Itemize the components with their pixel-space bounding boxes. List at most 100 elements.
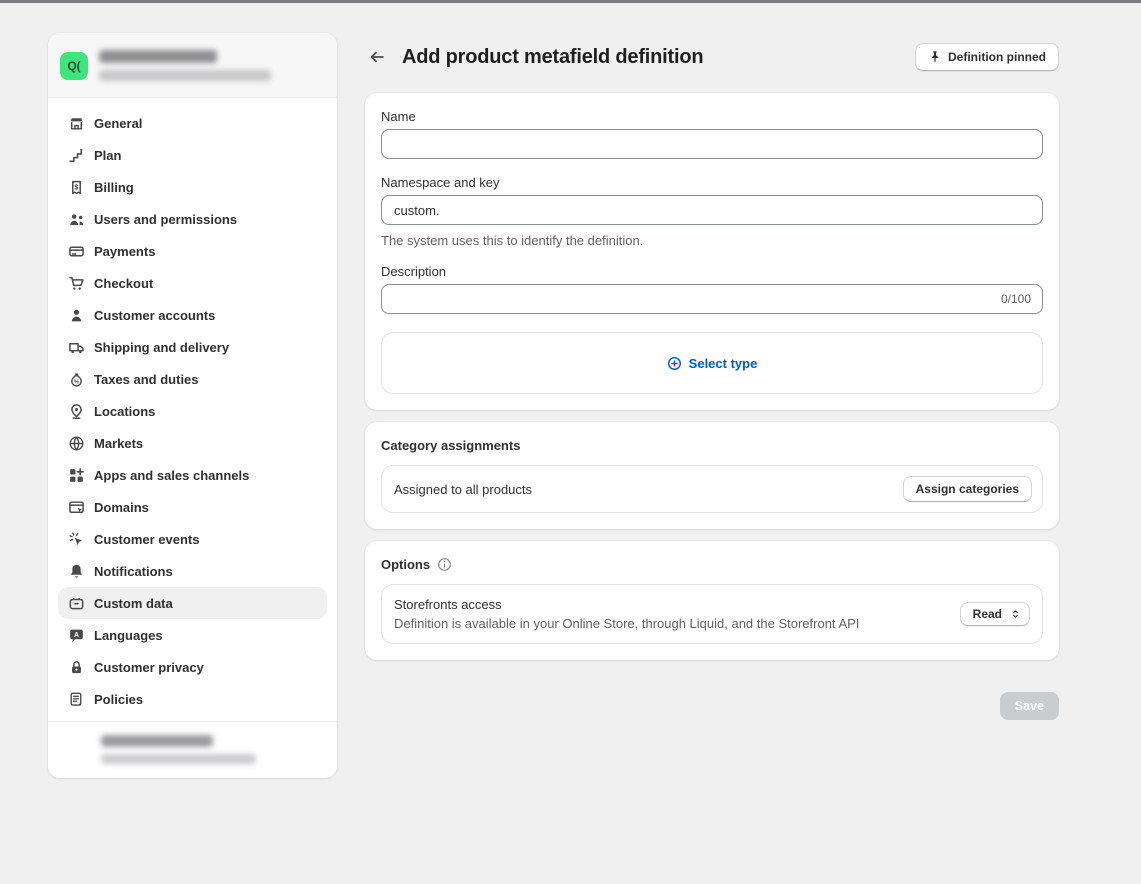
payments-icon bbox=[68, 243, 85, 260]
lock-icon bbox=[68, 659, 85, 676]
sidebar-item-payments[interactable]: Payments bbox=[58, 235, 327, 267]
domains-icon bbox=[68, 499, 85, 516]
svg-text:$: $ bbox=[74, 182, 79, 191]
location-icon bbox=[68, 403, 85, 420]
users-icon bbox=[68, 211, 85, 228]
assign-categories-button[interactable]: Assign categories bbox=[903, 476, 1032, 502]
options-heading: Options bbox=[381, 557, 430, 572]
truck-icon bbox=[68, 339, 85, 356]
sidebar-item-label: Payments bbox=[94, 244, 155, 259]
namespace-key-input[interactable] bbox=[381, 195, 1043, 225]
settings-sidebar: Q( General Plan $ Billing Users and perm… bbox=[48, 33, 337, 778]
storefronts-access-description: Definition is available in your Online S… bbox=[394, 616, 859, 631]
sidebar-item-label: General bbox=[94, 116, 142, 131]
svg-text:A: A bbox=[74, 632, 79, 639]
sidebar-item-label: Notifications bbox=[94, 564, 173, 579]
save-row: Save bbox=[365, 692, 1059, 720]
category-assignments-heading: Category assignments bbox=[381, 438, 1043, 453]
sidebar-item-label: Markets bbox=[94, 436, 143, 451]
sidebar-item-notifications[interactable]: Notifications bbox=[58, 555, 327, 587]
sidebar-item-shipping-delivery[interactable]: Shipping and delivery bbox=[58, 331, 327, 363]
sidebar-item-checkout[interactable]: Checkout bbox=[58, 267, 327, 299]
sidebar-item-customer-accounts[interactable]: Customer accounts bbox=[58, 299, 327, 331]
policies-icon bbox=[68, 691, 85, 708]
store-switcher[interactable]: Q( bbox=[48, 33, 337, 98]
sidebar-item-label: Domains bbox=[94, 500, 149, 515]
svg-text:%: % bbox=[74, 379, 80, 385]
user-account[interactable] bbox=[48, 721, 337, 778]
main-content: Add product metafield definition Definit… bbox=[365, 43, 1059, 720]
sidebar-item-domains[interactable]: Domains bbox=[58, 491, 327, 523]
sidebar-item-custom-data[interactable]: Custom data bbox=[58, 587, 327, 619]
category-assignment-row: Assigned to all products Assign categori… bbox=[381, 465, 1043, 513]
sidebar-item-label: Languages bbox=[94, 628, 163, 643]
options-card: Options Storefronts access Definition is… bbox=[365, 541, 1059, 660]
namespace-help-text: The system uses this to identify the def… bbox=[381, 233, 1043, 248]
custom-data-icon bbox=[68, 595, 85, 612]
definition-pinned-label: Definition pinned bbox=[948, 50, 1046, 64]
page-header: Add product metafield definition Definit… bbox=[365, 43, 1059, 71]
pin-icon bbox=[928, 50, 942, 64]
sidebar-item-label: Customer privacy bbox=[94, 660, 204, 675]
sidebar-item-label: Custom data bbox=[94, 596, 173, 611]
sidebar-item-label: Taxes and duties bbox=[94, 372, 199, 387]
sidebar-item-apps-sales-channels[interactable]: Apps and sales channels bbox=[58, 459, 327, 491]
sidebar-item-customer-events[interactable]: Customer events bbox=[58, 523, 327, 555]
sidebar-item-label: Users and permissions bbox=[94, 212, 237, 227]
storefront-access-value: Read bbox=[973, 607, 1002, 621]
store-domain-redacted bbox=[99, 70, 271, 81]
select-type-button[interactable]: Select type bbox=[667, 356, 758, 371]
language-icon: A bbox=[68, 627, 85, 644]
plan-icon bbox=[68, 147, 85, 164]
type-selection-area: Select type bbox=[381, 332, 1043, 394]
description-label: Description bbox=[381, 264, 1043, 279]
save-button[interactable]: Save bbox=[1000, 692, 1059, 720]
sidebar-item-billing[interactable]: $ Billing bbox=[58, 171, 327, 203]
info-icon[interactable] bbox=[437, 557, 452, 572]
settings-nav: General Plan $ Billing Users and permiss… bbox=[48, 98, 337, 721]
user-avatar bbox=[62, 736, 90, 764]
assign-categories-label: Assign categories bbox=[916, 482, 1019, 496]
sidebar-item-label: Checkout bbox=[94, 276, 153, 291]
definition-form-card: Name Namespace and key The system uses t… bbox=[365, 93, 1059, 410]
store-name-redacted bbox=[99, 50, 217, 63]
storefronts-access-title: Storefronts access bbox=[394, 597, 859, 612]
namespace-key-label: Namespace and key bbox=[381, 175, 1043, 190]
name-label: Name bbox=[381, 109, 1043, 124]
user-email-redacted bbox=[101, 754, 256, 764]
chevron-up-down-icon bbox=[1010, 608, 1021, 620]
definition-pinned-button[interactable]: Definition pinned bbox=[915, 43, 1059, 71]
page-title: Add product metafield definition bbox=[402, 46, 703, 69]
tax-icon: % bbox=[68, 371, 85, 388]
sidebar-item-label: Shipping and delivery bbox=[94, 340, 229, 355]
sidebar-item-locations[interactable]: Locations bbox=[58, 395, 327, 427]
storefront-access-select[interactable]: Read bbox=[960, 602, 1030, 626]
sidebar-item-customer-privacy[interactable]: Customer privacy bbox=[58, 651, 327, 683]
back-button[interactable] bbox=[365, 45, 389, 69]
cart-icon bbox=[68, 275, 85, 292]
sidebar-item-label: Locations bbox=[94, 404, 155, 419]
apps-icon bbox=[68, 467, 85, 484]
sidebar-item-label: Billing bbox=[94, 180, 134, 195]
person-icon bbox=[68, 307, 85, 324]
arrow-left-icon bbox=[368, 48, 386, 66]
name-input[interactable] bbox=[381, 129, 1043, 159]
sidebar-item-label: Apps and sales channels bbox=[94, 468, 249, 483]
window-top-strip bbox=[0, 0, 1141, 3]
sidebar-item-plan[interactable]: Plan bbox=[58, 139, 327, 171]
sidebar-item-markets[interactable]: Markets bbox=[58, 427, 327, 459]
cursor-click-icon bbox=[68, 531, 85, 548]
category-assignments-card: Category assignments Assigned to all pro… bbox=[365, 422, 1059, 529]
user-name-redacted bbox=[101, 735, 213, 747]
store-avatar: Q( bbox=[60, 52, 88, 80]
sidebar-item-users-permissions[interactable]: Users and permissions bbox=[58, 203, 327, 235]
assignment-status-text: Assigned to all products bbox=[394, 482, 532, 497]
sidebar-item-taxes-duties[interactable]: % Taxes and duties bbox=[58, 363, 327, 395]
description-input[interactable] bbox=[381, 284, 1043, 314]
storefronts-access-row: Storefronts access Definition is availab… bbox=[381, 584, 1043, 644]
sidebar-item-policies[interactable]: Policies bbox=[58, 683, 327, 715]
globe-icon bbox=[68, 435, 85, 452]
sidebar-item-general[interactable]: General bbox=[58, 107, 327, 139]
sidebar-item-label: Customer accounts bbox=[94, 308, 215, 323]
sidebar-item-languages[interactable]: A Languages bbox=[58, 619, 327, 651]
